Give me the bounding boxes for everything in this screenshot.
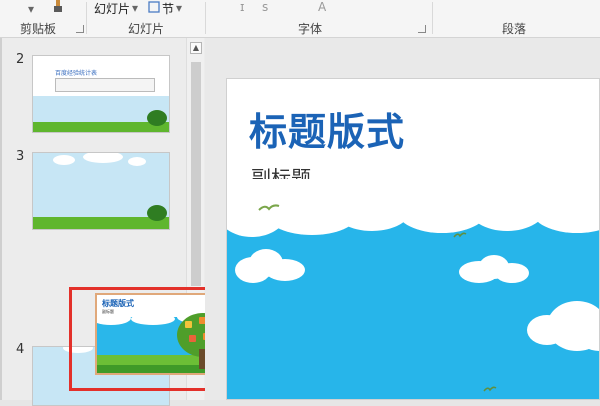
section-button[interactable]: 节: [162, 0, 174, 17]
slide-title[interactable]: 标题版式: [249, 101, 405, 156]
group-label-paragraph: 段落: [502, 22, 527, 36]
font-launcher-icon[interactable]: [418, 25, 426, 33]
group-label-clipboard: 剪贴板: [20, 22, 57, 36]
slide-thumbnail-2[interactable]: 百度经验统计表: [32, 55, 170, 133]
font-size-icon[interactable]: A: [318, 0, 326, 14]
bird-icon: [453, 232, 467, 238]
new-slide-button[interactable]: 幻灯片: [94, 0, 130, 17]
clipboard-launcher-icon[interactable]: [76, 25, 84, 33]
strikethrough-icon[interactable]: s: [262, 0, 268, 14]
scrollbar-thumb[interactable]: [191, 62, 201, 286]
dragged-slide-title: 标题版式: [102, 299, 134, 308]
scroll-up-icon[interactable]: ▲: [190, 42, 202, 54]
bird-icon: [258, 204, 280, 211]
dropdown-arrow-icon[interactable]: ▾: [28, 2, 34, 16]
dropdown-arrow-icon[interactable]: ▾: [132, 1, 138, 15]
group-label-font: 字体: [298, 22, 323, 36]
table-preview: [55, 78, 155, 92]
section-icon[interactable]: [148, 1, 160, 13]
ribbon: ▾ 剪贴板 幻灯片 ▾ 节 ▾ 幻灯片 ɪ s A 字体 段落: [0, 0, 600, 38]
underline-icon[interactable]: ɪ: [240, 0, 244, 14]
dropdown-arrow-icon[interactable]: ▾: [176, 1, 182, 15]
slide-number: 3: [16, 149, 25, 164]
slide-thumbnail-title: 百度经验统计表: [55, 70, 98, 77]
slide-number: 4: [16, 342, 25, 357]
group-label-slides: 幻灯片: [128, 22, 165, 36]
bird-icon: [483, 386, 497, 392]
slide-number: 2: [16, 52, 25, 67]
slide-thumbnail-3[interactable]: [32, 152, 170, 230]
dragged-slide-subtitle: 副标题: [102, 309, 114, 314]
current-slide[interactable]: 标题版式 副标题: [226, 78, 600, 400]
tree-illustration: [147, 110, 167, 126]
tree-illustration: [147, 205, 167, 221]
sky-background: [227, 219, 599, 399]
paintbrush-icon[interactable]: [50, 0, 66, 14]
